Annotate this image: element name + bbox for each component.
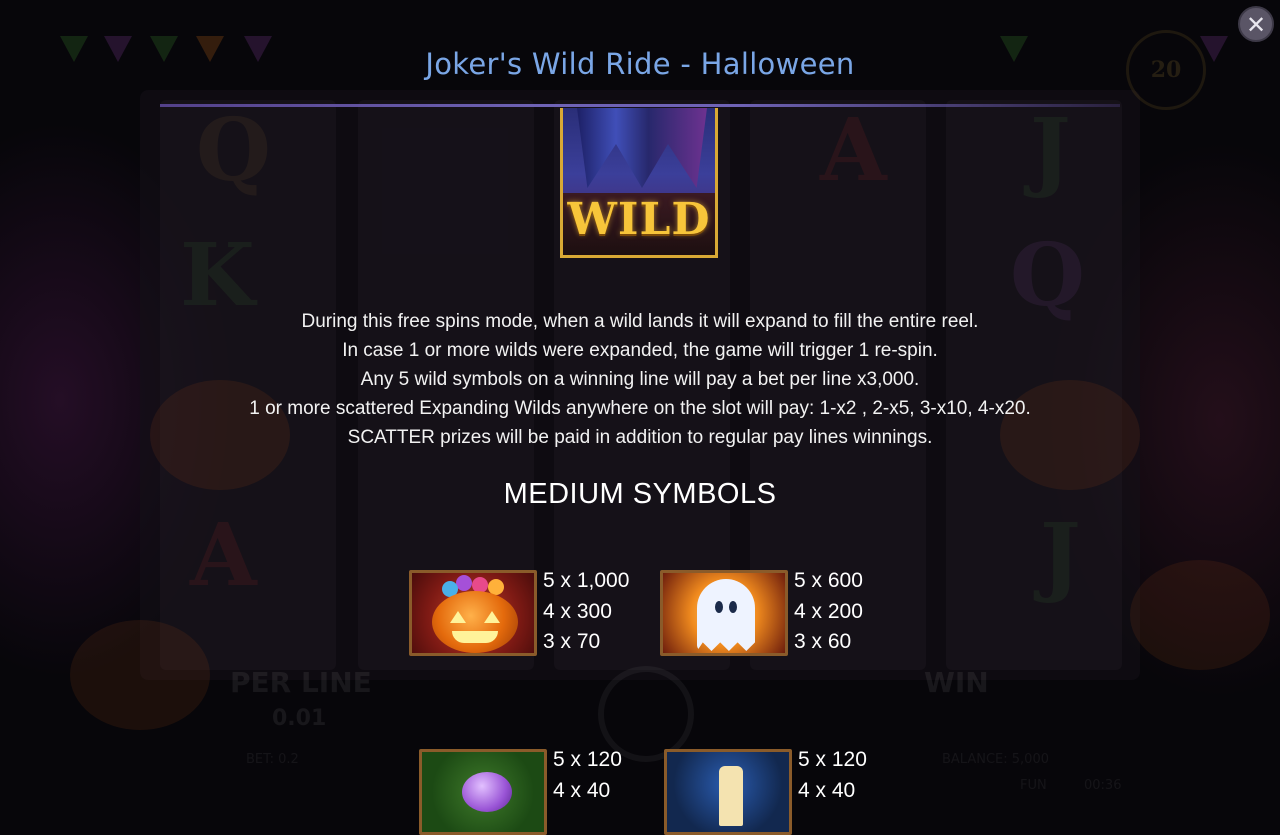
win-label: WIN [924, 666, 989, 699]
pay-row: 3 x 60 [794, 630, 852, 653]
rules-line: SCATTER prizes will be paid in addition … [347, 427, 933, 448]
pay-row: 5 x 1,000 [543, 569, 630, 592]
spider-icon [419, 749, 547, 835]
pay-row: 4 x 40 [798, 778, 856, 802]
per-line-label: PER LINE [230, 666, 372, 699]
title-divider [160, 104, 1120, 107]
paytable-values: 5 x 120 4 x 40 [798, 745, 867, 806]
wild-symbol-tile: WILD [560, 108, 718, 258]
background-symbol: Q [196, 100, 271, 201]
rules-text: During this free spins mode, when a wild… [0, 307, 1280, 452]
rules-line: Any 5 wild symbols on a winning line wil… [360, 369, 920, 390]
candle-icon [664, 749, 792, 835]
paytable-item-pumpkin: 5 x 1,000 4 x 300 3 x 70 [409, 569, 629, 658]
wild-label: WILD [567, 194, 711, 245]
clock-text: 00:36 [1084, 778, 1122, 793]
mode-text: FUN [1020, 778, 1047, 793]
rules-line: 1 or more scattered Expanding Wilds anyw… [249, 398, 1031, 419]
pay-row: 3 x 70 [543, 630, 601, 653]
close-button[interactable]: ✕ [1238, 6, 1274, 42]
ghost-icon [660, 570, 788, 656]
pay-row: 4 x 300 [543, 599, 612, 623]
background-symbol: A [190, 505, 257, 606]
balance-text: BALANCE: 5,000 [942, 752, 1049, 767]
background-pumpkin [70, 620, 210, 730]
pay-row: 5 x 120 [553, 748, 622, 771]
rules-line: During this free spins mode, when a wild… [301, 311, 979, 332]
paytable-values: 5 x 600 4 x 200 3 x 60 [794, 566, 863, 658]
paytable-values: 5 x 1,000 4 x 300 3 x 70 [543, 566, 629, 658]
pay-row: 5 x 120 [798, 748, 867, 771]
pay-row: 5 x 600 [794, 569, 863, 592]
background-symbol: A [820, 100, 887, 201]
bet-text: BET: 0.2 [246, 752, 299, 767]
paytable-item-candle: 5 x 120 4 x 40 [664, 748, 867, 835]
pay-row: 4 x 200 [794, 599, 863, 623]
paytable-item-spider: 5 x 120 4 x 40 [419, 748, 622, 835]
paytable-values: 5 x 120 4 x 40 [553, 745, 622, 806]
page-title: Joker's Wild Ride - Halloween [425, 47, 855, 81]
background-symbol: J [1030, 100, 1071, 201]
close-icon: ✕ [1245, 11, 1267, 39]
background-symbol: J [1040, 505, 1081, 606]
joker-robe-art [577, 108, 707, 188]
pay-row: 4 x 40 [553, 778, 611, 802]
pumpkin-icon [409, 570, 537, 656]
section-title-medium-symbols: MEDIUM SYMBOLS [503, 478, 777, 510]
background-pumpkin [1130, 560, 1270, 670]
per-line-value: 0.01 [272, 706, 327, 731]
paytable-item-ghost: 5 x 600 4 x 200 3 x 60 [660, 569, 863, 658]
rules-line: In case 1 or more wilds were expanded, t… [342, 340, 938, 361]
